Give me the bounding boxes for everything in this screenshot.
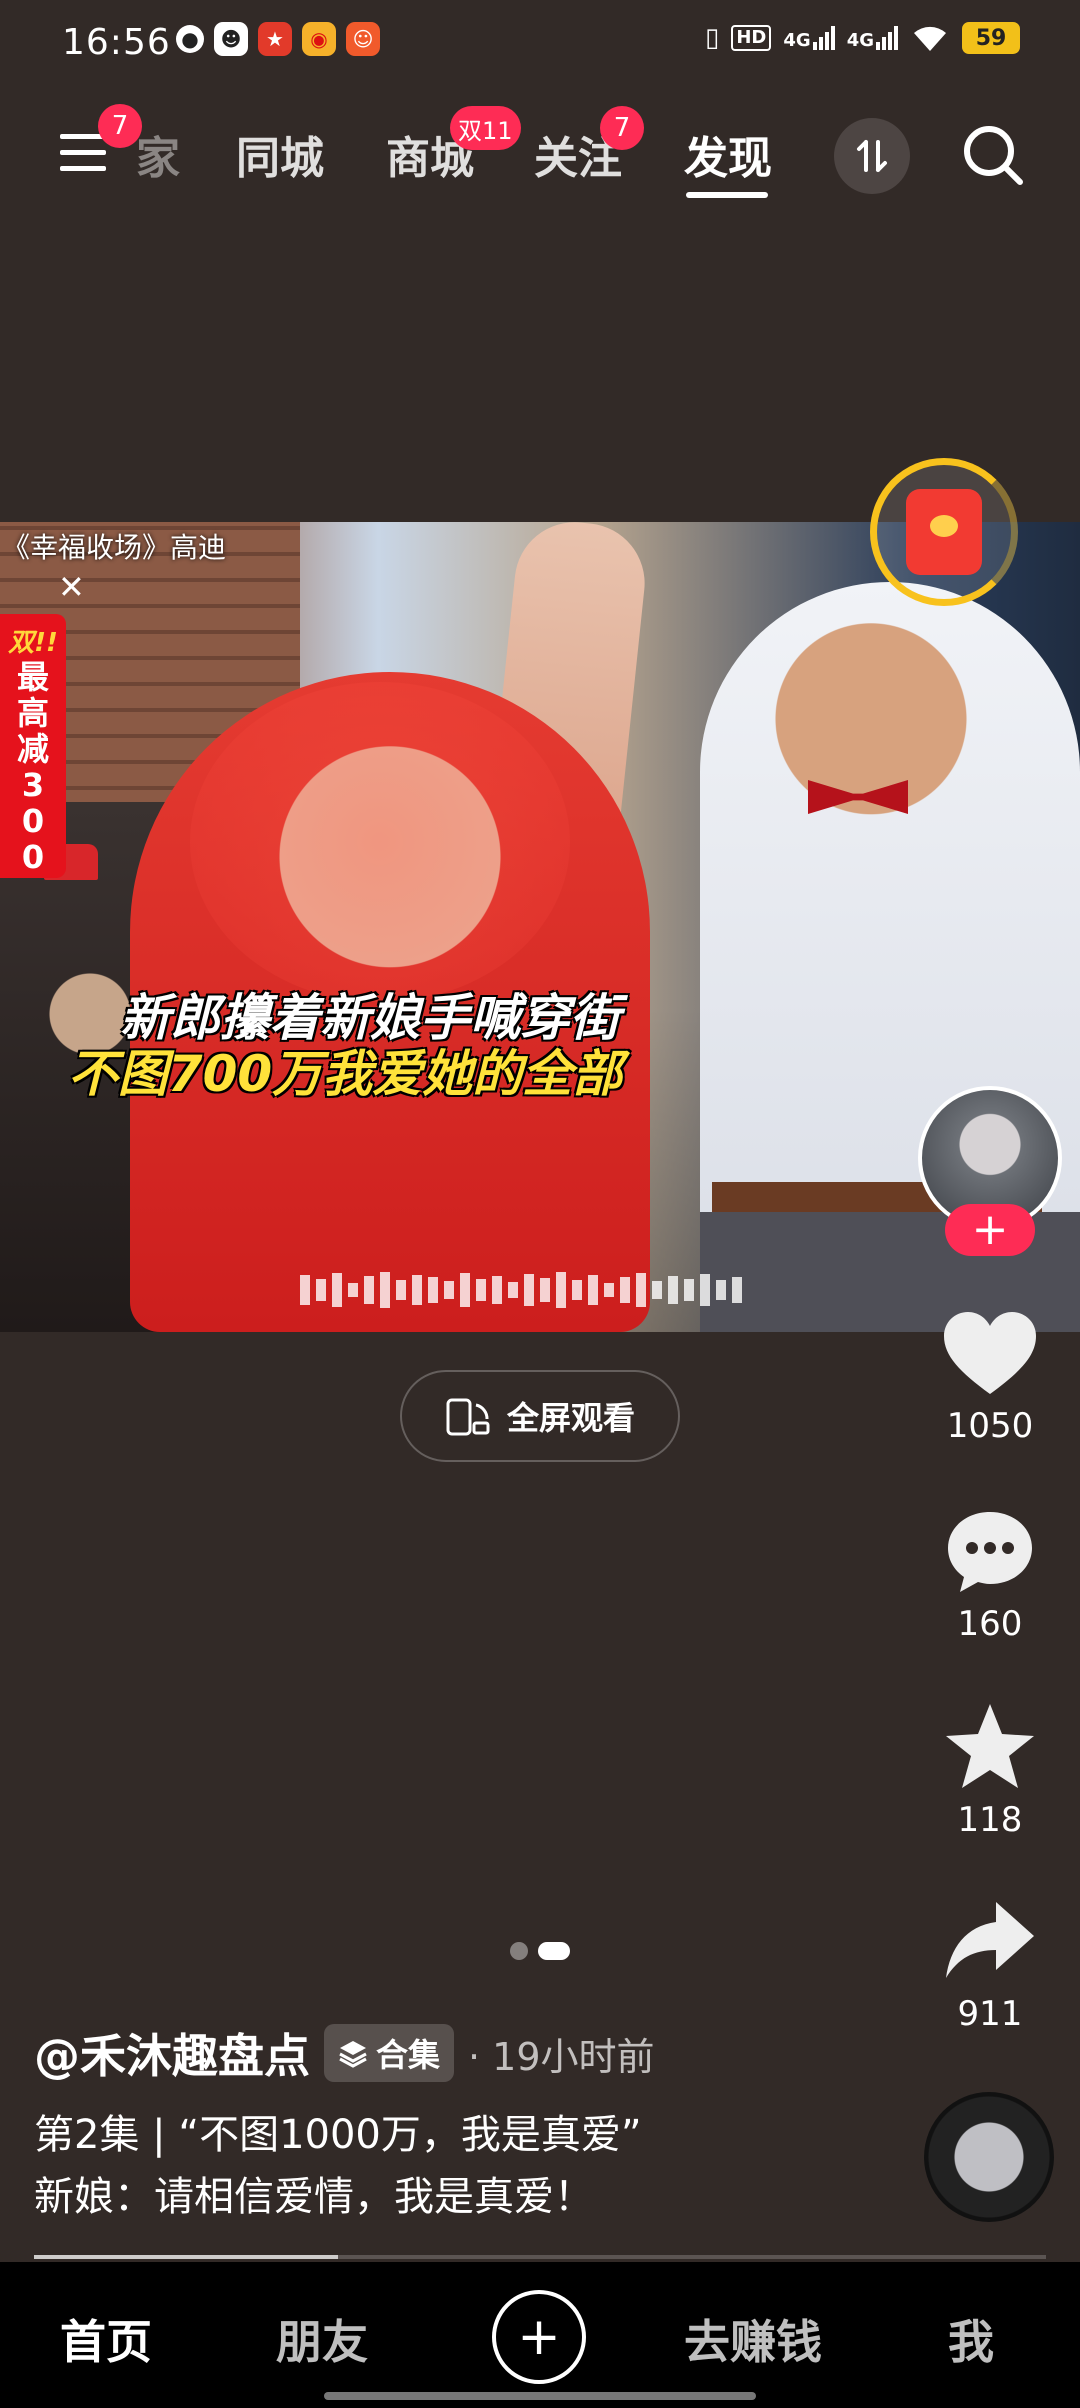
video-progress-bar[interactable] (34, 2255, 1046, 2259)
carousel-dot[interactable] (510, 1942, 528, 1960)
battery-level: 59 (975, 25, 1007, 51)
status-right: ▯ HD 4G 4G 59 (705, 22, 1020, 54)
mall-badge: 双11 (450, 106, 521, 150)
heart-icon (944, 1312, 1036, 1394)
search-icon (964, 126, 1023, 185)
signal-icon-2: 4G (847, 26, 898, 50)
signal-icon-1: 4G (783, 26, 835, 50)
collection-label: 合集 (376, 2036, 441, 2074)
video-source-label: 《幸福收场》高迪 (2, 531, 227, 564)
nav-earn[interactable]: 去赚钱 (684, 2306, 822, 2372)
comment-count: 160 (957, 1604, 1023, 1644)
rotate-screen-icon (446, 1398, 490, 1436)
plus-icon: + (517, 2307, 561, 2367)
nav-me[interactable]: 我 (948, 2306, 994, 2372)
comment-icon (948, 1512, 1032, 1592)
video-info: @禾沐趣盘点 合集 · 19小时前 第2集 | “不图1000万，我是真爱” 新… (34, 2020, 914, 2228)
video-progress-fill (34, 2255, 338, 2259)
fullscreen-button[interactable]: 全屏观看 (400, 1370, 680, 1462)
like-button[interactable]: 1050 (930, 1308, 1050, 1446)
weibo-icon: ◉ (302, 22, 336, 56)
hd-icon: HD (731, 25, 772, 51)
vibrate-icon: ▯ (705, 23, 720, 53)
video-player[interactable]: 《幸福收场》高迪 ✕ 双!! 最高减300 新郎攥着新娘手喊穿街 不图700万我… (0, 522, 1080, 1332)
carousel-dot-active[interactable] (538, 1942, 570, 1960)
comment-button[interactable]: 160 (930, 1506, 1050, 1644)
nav-friends[interactable]: 朋友 (276, 2306, 368, 2372)
video-description[interactable]: 第2集 | “不图1000万，我是真爱” 新娘：请相信爱情，我是真爱！ (34, 2104, 914, 2228)
video-veil (190, 682, 570, 1002)
status-bar: 16:56 ● ☻ ★ ◉ ☺ ▯ HD 4G 4G 59 (0, 0, 1080, 84)
promo-text: 最高减300 (16, 658, 49, 876)
video-caption-line2: 不图700万我爱她的全部 (67, 1045, 623, 1103)
music-disc-icon[interactable] (924, 2092, 1054, 2222)
search-button[interactable] (958, 120, 1028, 190)
red-packet-button[interactable] (870, 458, 1018, 606)
red-packet-icon (906, 489, 982, 575)
swap-arrows-icon (857, 140, 887, 172)
tab-same-city[interactable]: 同城 (236, 122, 324, 186)
share-count: 911 (957, 1994, 1023, 2034)
carousel-dots (510, 1942, 570, 1960)
create-button[interactable]: + (492, 2290, 586, 2384)
menu-icon[interactable] (60, 130, 106, 176)
author-row: @禾沐趣盘点 合集 · 19小时前 (34, 2020, 914, 2086)
share-arrow-icon (946, 1902, 1034, 1978)
collection-tag[interactable]: 合集 (324, 2024, 455, 2082)
notification-app-icon: ☺ (346, 22, 380, 56)
favorite-count: 118 (957, 1800, 1023, 1840)
tab-discover[interactable]: 发现 (684, 122, 772, 186)
status-app-icons: ● ☻ ★ ◉ ☺ (176, 22, 380, 56)
description-line1: 第2集 | “不图1000万，我是真爱” (34, 2112, 642, 2158)
layers-icon (339, 2041, 367, 2068)
nav-home[interactable]: 首页 (60, 2306, 152, 2372)
promo-close-icon[interactable]: ✕ (58, 568, 85, 606)
audio-waveform (300, 1270, 780, 1310)
battery-icon: 59 (962, 22, 1020, 54)
promo-top: 双!! (8, 628, 58, 658)
top-nav: 7 家 同城 商城 双11 关注 7 发现 (0, 100, 1080, 210)
wifi-icon (914, 26, 946, 51)
post-time: · 19小时前 (468, 2034, 655, 2079)
following-badge: 7 (600, 106, 644, 150)
share-button[interactable]: 911 (930, 1896, 1050, 2034)
home-indicator[interactable] (324, 2392, 756, 2400)
author-name[interactable]: @禾沐趣盘点 (34, 2020, 310, 2086)
star-icon (946, 1704, 1034, 1788)
bottom-nav: 首页 朋友 + 去赚钱 我 (0, 2262, 1080, 2408)
promo-banner[interactable]: 双!! 最高减300 (0, 614, 66, 878)
tab-partial[interactable]: 家 (136, 122, 180, 186)
notification-app-icon: ☻ (214, 22, 248, 56)
status-time: 16:56 (62, 22, 171, 63)
favorite-button[interactable]: 118 (930, 1700, 1050, 1840)
notification-app-icon: ● (176, 25, 204, 53)
description-line2: 新娘：请相信爱情，我是真爱！ (34, 2174, 594, 2220)
fullscreen-label: 全屏观看 (506, 1399, 635, 1437)
switch-feed-button[interactable] (834, 118, 910, 194)
follow-button[interactable]: + (945, 1204, 1035, 1256)
notification-app-icon: ★ (258, 22, 292, 56)
like-count: 1050 (946, 1406, 1034, 1446)
active-tab-indicator (686, 192, 768, 198)
